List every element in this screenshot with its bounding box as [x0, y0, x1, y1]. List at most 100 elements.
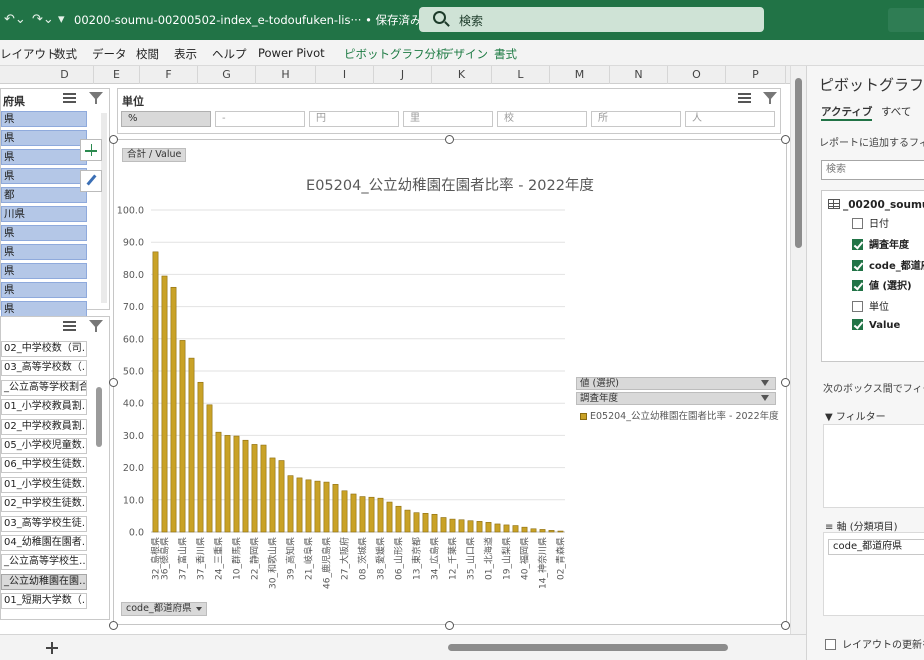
filters-drop-area[interactable] [823, 424, 924, 508]
defer-checkbox[interactable] [825, 639, 836, 650]
slicer-item[interactable]: 県 [1, 130, 87, 146]
slicer-item[interactable]: 06_中学校生徒数… [1, 457, 87, 474]
column-header-I[interactable]: I [316, 66, 374, 84]
field-checkbox[interactable] [852, 259, 863, 271]
slicer-item[interactable]: 県 [1, 225, 87, 241]
column-header-D[interactable]: D [36, 66, 94, 84]
slicer-item[interactable]: 01_小学校教員割… [1, 399, 87, 416]
resize-handle[interactable] [781, 135, 790, 144]
slicer-item[interactable]: _公立高等学校割合 [1, 379, 87, 396]
slicer-item[interactable]: 里 [403, 111, 493, 127]
chart-styles-button[interactable] [80, 170, 102, 192]
avatar[interactable] [888, 8, 924, 32]
tab-review[interactable]: 校閲 [136, 46, 159, 62]
slicer-item[interactable]: _公立幼稚園在園… [1, 573, 87, 590]
slicer-item[interactable]: % [121, 111, 211, 127]
column-header-J[interactable]: J [374, 66, 432, 84]
slicer-item[interactable]: 03_高等学校生徒… [1, 515, 87, 532]
column-header-F[interactable]: F [140, 66, 198, 84]
field-list[interactable]: _00200_soumu 日付調査年度 code_都道府値 (選択) 単位 Value [821, 190, 924, 362]
field-item[interactable]: 単位 [852, 298, 889, 313]
column-header-G[interactable]: G [198, 66, 256, 84]
field-search-input[interactable]: 検索 [821, 160, 924, 180]
table-node[interactable]: _00200_soumu [828, 199, 924, 211]
slicer-item[interactable]: 05_小学校児童数… [1, 438, 87, 454]
slicer-indicator[interactable]: 02_中学校数（司… 03_高等学校数（… _公立高等学校割合 01_小学校教員割… 0… [0, 316, 110, 620]
field-item[interactable]: 日付 [852, 215, 889, 230]
undo-icon[interactable]: ↶⌄ [4, 12, 26, 27]
slicer-item[interactable]: 人 [685, 111, 775, 127]
column-header-K[interactable]: K [432, 66, 492, 84]
legend-field-button-value[interactable]: 値 (選択) [576, 377, 776, 390]
tab-data[interactable]: データ [92, 46, 127, 62]
tab-power-pivot[interactable]: Power Pivot [258, 46, 325, 60]
multi-select-icon[interactable] [63, 93, 76, 104]
field-item[interactable]: 調査年度 [852, 236, 909, 251]
resize-handle[interactable] [781, 378, 790, 387]
column-header-O[interactable]: O [668, 66, 726, 84]
slicer-item[interactable]: 都 [1, 187, 87, 203]
search-box[interactable]: 検索 [419, 7, 764, 32]
horizontal-scroll-thumb[interactable] [448, 644, 728, 651]
resize-handle[interactable] [781, 621, 790, 630]
slicer-item[interactable]: 03_高等学校数（… [1, 360, 87, 377]
multi-select-icon[interactable] [738, 93, 751, 104]
column-header-H[interactable]: H [256, 66, 316, 84]
slicer-item[interactable]: 04_幼稚園在園者… [1, 535, 87, 551]
tab-format[interactable]: 書式 [494, 46, 517, 62]
slicer-scrollbar[interactable] [96, 387, 102, 447]
resize-handle[interactable] [445, 621, 454, 630]
slicer-item[interactable]: 円 [309, 111, 399, 127]
tab-page-layout[interactable]: レイアウト [0, 46, 58, 62]
axis-field-button[interactable]: code_都道府県 [121, 602, 207, 616]
field-checkbox[interactable] [852, 319, 863, 330]
field-item[interactable]: 値 (選択) [852, 277, 912, 292]
resize-handle[interactable] [109, 378, 118, 387]
column-header-P[interactable]: P [726, 66, 786, 84]
scroll-thumb[interactable] [795, 78, 802, 248]
slicer-item[interactable]: 県 [1, 282, 87, 298]
column-header-N[interactable]: N [610, 66, 668, 84]
axis-drop-area[interactable]: code_都道府県 [823, 532, 924, 616]
slicer-item[interactable]: _公立高等学校生… [1, 554, 87, 571]
tab-view[interactable]: 表示 [174, 46, 197, 62]
tab-pivotchart-analyze[interactable]: ピボットグラフ分析 [344, 46, 448, 62]
field-checkbox[interactable] [852, 280, 863, 292]
field-checkbox[interactable] [852, 238, 863, 250]
chart-elements-button[interactable] [80, 139, 102, 161]
tab-active-fields[interactable]: アクティブ [821, 104, 873, 121]
defer-layout-update[interactable]: レイアウトの更新を保 [825, 636, 924, 651]
slicer-item[interactable]: 所 [591, 111, 681, 127]
slicer-item[interactable]: 01_小学校生徒数… [1, 476, 87, 493]
slicer-item[interactable]: 県 [1, 149, 87, 165]
slicer-item[interactable]: 校 [497, 111, 587, 127]
resize-handle[interactable] [109, 135, 118, 144]
slicer-item[interactable]: - [215, 111, 305, 127]
field-item[interactable]: code_都道府 [852, 257, 924, 272]
resize-handle[interactable] [445, 135, 454, 144]
field-checkbox[interactable] [852, 218, 863, 229]
tab-help[interactable]: ヘルプ [212, 46, 247, 62]
multi-select-icon[interactable] [63, 321, 76, 332]
column-header-M[interactable]: M [550, 66, 610, 84]
field-item[interactable]: Value [852, 319, 900, 331]
slicer-item[interactable]: 県 [1, 111, 87, 127]
slicer-item[interactable]: 02_中学校生徒数… [1, 496, 87, 513]
chart-title[interactable]: E05204_公立幼稚園在園者比率 - 2022年度 [300, 174, 600, 195]
clear-filter-icon[interactable] [89, 92, 103, 105]
tab-design[interactable]: デザイン [442, 46, 488, 62]
tab-formulas[interactable]: 数式 [54, 46, 77, 62]
add-sheet-icon[interactable] [44, 640, 60, 656]
slicer-item[interactable]: 川県 [1, 206, 87, 222]
tab-all-fields[interactable]: すべて [881, 104, 911, 119]
axis-field-item[interactable]: code_都道府県 [828, 539, 924, 555]
vertical-scrollbar[interactable] [790, 66, 806, 636]
resize-handle[interactable] [109, 621, 118, 630]
legend-field-button-year[interactable]: 調査年度 [576, 392, 776, 405]
value-field-button[interactable]: 合計 / Value [122, 148, 187, 162]
slicer-item[interactable]: 01_短期大学数（… [1, 593, 87, 610]
slicer-item[interactable]: 02_中学校数（司… [1, 341, 87, 357]
field-checkbox[interactable] [852, 301, 863, 313]
slicer-unit[interactable]: 単位 % - 円里校所人 [117, 88, 781, 134]
slicer-prefecture[interactable]: 府県 県県県県都川県県県県県県 [0, 88, 110, 317]
